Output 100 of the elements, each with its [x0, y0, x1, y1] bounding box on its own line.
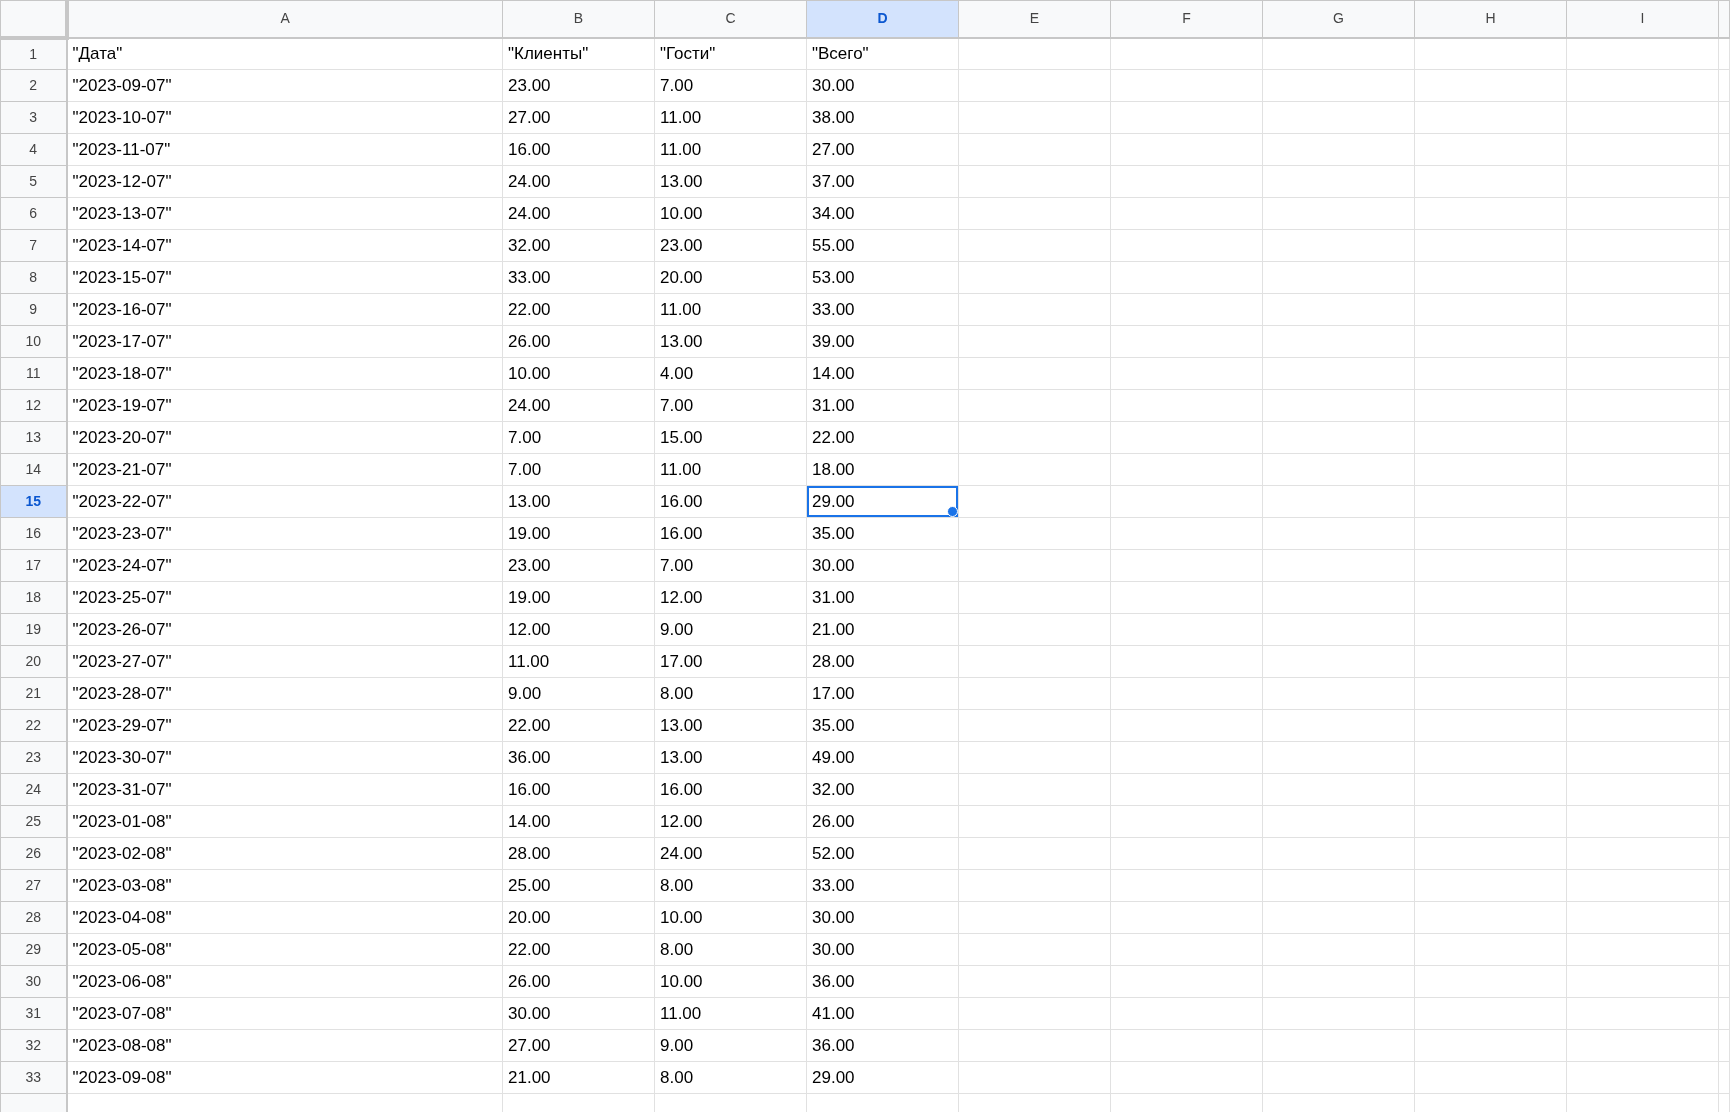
- cell-text: "2023-08-08": [72, 1034, 172, 1057]
- row-header[interactable]: 23: [0, 741, 67, 774]
- cell-text: 9.00: [660, 618, 694, 641]
- row-header[interactable]: 28: [0, 901, 67, 934]
- column-header[interactable]: E: [958, 0, 1111, 38]
- cell-text: 36.00: [508, 746, 551, 769]
- cell-text: "2023-21-07": [72, 458, 172, 481]
- cell-text: 11.00: [660, 106, 702, 129]
- row-header[interactable]: 26: [0, 837, 67, 870]
- cell-text: 11.00: [508, 650, 550, 673]
- cell-text: 13.00: [660, 170, 703, 193]
- cell-text: "2023-23-07": [72, 522, 172, 545]
- cell-text: "2023-06-08": [72, 970, 172, 993]
- row-header[interactable]: 30: [0, 965, 67, 998]
- row-header[interactable]: 14: [0, 453, 67, 486]
- cell-text: 16.00: [508, 778, 551, 801]
- row-header[interactable]: 32: [0, 1029, 67, 1062]
- row-header[interactable]: 11: [0, 357, 67, 390]
- column-header[interactable]: B: [502, 0, 655, 38]
- row-header[interactable]: 33: [0, 1061, 67, 1094]
- cell-text: 24.00: [660, 842, 703, 865]
- cell-text: 11.00: [660, 298, 702, 321]
- row-header[interactable]: 25: [0, 805, 67, 838]
- cell-text: "2023-22-07": [72, 490, 172, 513]
- row-header[interactable]: 29: [0, 933, 67, 966]
- cell-text: 13.00: [660, 714, 703, 737]
- row-header[interactable]: 10: [0, 325, 67, 358]
- cell-text: 4.00: [660, 362, 694, 385]
- column-header[interactable]: D: [806, 0, 959, 38]
- column-header[interactable]: I: [1566, 0, 1719, 38]
- row-header[interactable]: 3: [0, 101, 67, 134]
- cell-text: 29.00: [812, 490, 855, 513]
- row-header[interactable]: 8: [0, 261, 67, 294]
- column-header[interactable]: F: [1110, 0, 1263, 38]
- column-header[interactable]: H: [1414, 0, 1567, 38]
- cell-text: 22.00: [812, 426, 855, 449]
- row-header[interactable]: 27: [0, 869, 67, 902]
- row-header[interactable]: 4: [0, 133, 67, 166]
- cell-text: 8.00: [660, 1066, 694, 1089]
- cell-text: "2023-24-07": [72, 554, 172, 577]
- cell-text: 16.00: [660, 490, 703, 513]
- select-all-corner[interactable]: [0, 0, 67, 38]
- row-header[interactable]: 20: [0, 645, 67, 678]
- row-header[interactable]: 21: [0, 677, 67, 710]
- cell-text: 17.00: [812, 682, 855, 705]
- cell-text: "2023-29-07": [72, 714, 172, 737]
- cell-text: "Всего": [812, 43, 869, 65]
- cell-text: 11.00: [660, 1002, 702, 1025]
- row-header[interactable]: 17: [0, 549, 67, 582]
- cell-text: "2023-09-08": [72, 1066, 172, 1089]
- row-header[interactable]: 15: [0, 485, 67, 518]
- cell-text: 22.00: [508, 298, 551, 321]
- row-header[interactable]: 5: [0, 165, 67, 198]
- cell-text: 14.00: [508, 810, 551, 833]
- cell-text: 23.00: [660, 234, 703, 257]
- row-header[interactable]: 9: [0, 293, 67, 326]
- cell-text: 11.00: [660, 138, 702, 161]
- selected-cell[interactable]: 29.00: [806, 485, 959, 518]
- cell-text: "2023-02-08": [72, 842, 172, 865]
- cell-text: 25.00: [508, 874, 551, 897]
- cell-text: "Гости": [660, 43, 716, 65]
- row-header[interactable]: 22: [0, 709, 67, 742]
- cell-text: "2023-30-07": [72, 746, 172, 769]
- row-header[interactable]: 31: [0, 997, 67, 1030]
- row-header[interactable]: 18: [0, 581, 67, 614]
- row-header[interactable]: 2: [0, 69, 67, 102]
- cell-text: 38.00: [812, 106, 855, 129]
- row-header[interactable]: 6: [0, 197, 67, 230]
- column-header[interactable]: C: [654, 0, 807, 38]
- cell-text: 29.00: [812, 1066, 855, 1089]
- cell-text: 17.00: [660, 650, 703, 673]
- cell-text: 27.00: [812, 138, 855, 161]
- cell-text: "2023-09-07": [72, 74, 172, 97]
- cell-text: 30.00: [812, 554, 855, 577]
- cell-text: 21.00: [508, 1066, 551, 1089]
- cell-text: "2023-26-07": [72, 618, 172, 641]
- row-header[interactable]: 19: [0, 613, 67, 646]
- cell-text: "2023-25-07": [72, 586, 172, 609]
- row-header[interactable]: 13: [0, 421, 67, 454]
- column-header[interactable]: A: [66, 0, 503, 38]
- row-header[interactable]: 7: [0, 229, 67, 262]
- cell-text: 23.00: [508, 74, 551, 97]
- row-header[interactable]: 16: [0, 517, 67, 550]
- cell-text: "2023-03-08": [72, 874, 172, 897]
- cell-text: 35.00: [812, 522, 855, 545]
- cell-text: 13.00: [660, 330, 703, 353]
- cell-text: "2023-19-07": [72, 394, 172, 417]
- cell-text: 12.00: [508, 618, 551, 641]
- cell-text: "2023-07-08": [72, 1002, 172, 1025]
- cell-text: 9.00: [660, 1034, 694, 1057]
- cell-text: 7.00: [660, 394, 694, 417]
- cell-text: 31.00: [812, 394, 855, 417]
- cell-text: 13.00: [660, 746, 703, 769]
- row-header[interactable]: 12: [0, 389, 67, 422]
- row-header[interactable]: 24: [0, 773, 67, 806]
- cell-text: 8.00: [660, 874, 694, 897]
- cell-text: 11.00: [660, 458, 702, 481]
- cell-text: 24.00: [508, 170, 551, 193]
- column-header[interactable]: G: [1262, 0, 1415, 38]
- fill-handle[interactable]: [947, 506, 958, 517]
